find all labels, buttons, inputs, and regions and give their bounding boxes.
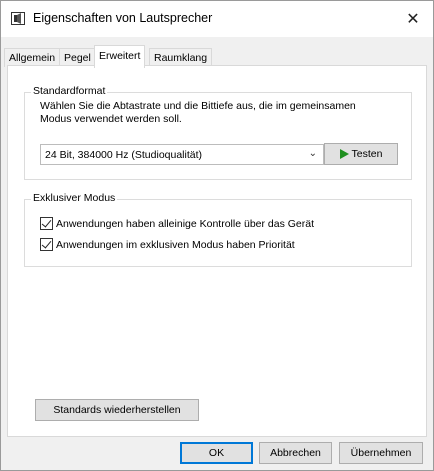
exclusive-mode-group: Exklusiver Modus: [24, 192, 412, 267]
chevron-down-icon: ⌄: [308, 148, 317, 159]
window-title: Eigenschaften von Lautsprecher: [33, 11, 213, 25]
apply-button[interactable]: Übernehmen: [339, 442, 423, 464]
format-select[interactable]: 24 Bit, 384000 Hz (Studioqualität) ⌄: [40, 144, 324, 165]
test-button-label: Testen: [351, 148, 383, 160]
tab-erweitert[interactable]: Erweitert: [94, 45, 146, 68]
exclusive-control-option[interactable]: Anwendungen haben alleinige Kontrolle üb…: [40, 217, 314, 230]
cancel-label: Abbrechen: [270, 447, 321, 459]
close-button[interactable]: ✕: [393, 1, 433, 37]
exclusive-priority-option[interactable]: Anwendungen im exklusiven Modus haben Pr…: [40, 238, 295, 251]
title-bar: Eigenschaften von Lautsprecher ✕: [1, 1, 433, 37]
standard-format-description: Wählen Sie die Abtastrate und die Bittie…: [40, 100, 356, 125]
test-button[interactable]: Testen: [324, 143, 398, 165]
ok-label: OK: [208, 447, 225, 459]
restore-defaults-button[interactable]: Standards wiederherstellen: [35, 399, 199, 421]
exclusive-control-label: Anwendungen haben alleinige Kontrolle üb…: [56, 217, 315, 230]
exclusive-priority-label: Anwendungen im exklusiven Modus haben Pr…: [56, 238, 295, 251]
play-icon: [339, 149, 349, 159]
exclusive-control-checkbox[interactable]: [40, 217, 53, 230]
exclusive-mode-label: Exklusiver Modus: [31, 192, 118, 204]
format-select-value: 24 Bit, 384000 Hz (Studioqualität): [45, 149, 203, 161]
speaker-icon: [11, 12, 25, 25]
standard-format-label: Standardformat: [31, 85, 108, 97]
cancel-button[interactable]: Abbrechen: [259, 442, 332, 464]
exclusive-priority-checkbox[interactable]: [40, 238, 53, 251]
close-icon: ✕: [406, 11, 420, 28]
ok-button[interactable]: OK: [180, 442, 253, 464]
restore-defaults-label: Standards wiederherstellen: [53, 404, 181, 416]
tab-strip: Allgemein Pegel Erweitert Raumklang: [4, 45, 430, 68]
tab-panel-erweitert: Standardformat Wählen Sie die Abtastrate…: [7, 65, 427, 437]
apply-label: Übernehmen: [350, 447, 412, 459]
